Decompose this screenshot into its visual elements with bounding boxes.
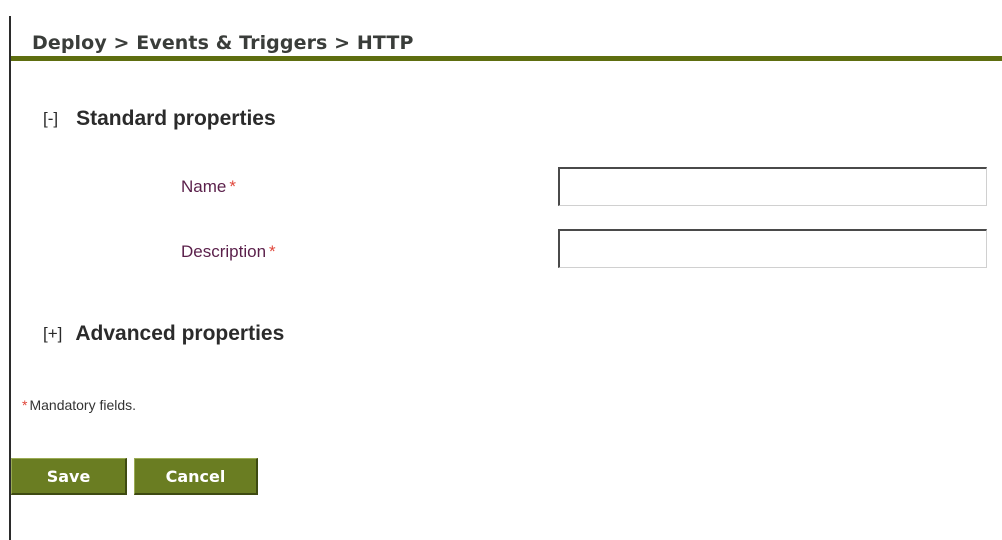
description-label: Description * [181, 242, 276, 262]
deploy-http-trigger-form: Deploy > Events & Triggers > HTTP [-] St… [0, 0, 1002, 540]
required-mark: * [229, 177, 236, 196]
required-mark: * [269, 242, 276, 261]
description-label-text: Description [181, 242, 267, 261]
expand-toggle[interactable]: [+] [43, 324, 62, 344]
mandatory-fields-note: * Mandatory fields. [22, 397, 136, 413]
advanced-properties-title: Advanced properties [75, 322, 285, 345]
advanced-properties-header: [+] Advanced properties [43, 322, 284, 346]
name-label: Name * [181, 177, 236, 197]
mandatory-note-text: Mandatory fields. [29, 397, 137, 413]
required-mark: * [22, 397, 28, 413]
name-field[interactable] [558, 167, 987, 206]
cancel-button[interactable]: Cancel [134, 458, 258, 495]
title-divider [11, 56, 1002, 61]
standard-properties-header: [-] Standard properties [43, 107, 276, 131]
standard-properties-title: Standard properties [76, 107, 276, 130]
breadcrumb: Deploy > Events & Triggers > HTTP [32, 32, 414, 54]
title-bar: Deploy > Events & Triggers > HTTP [11, 24, 1002, 60]
save-button[interactable]: Save [11, 458, 127, 495]
name-label-text: Name [181, 177, 227, 196]
collapse-toggle[interactable]: [-] [43, 109, 58, 129]
description-field[interactable] [558, 229, 987, 268]
